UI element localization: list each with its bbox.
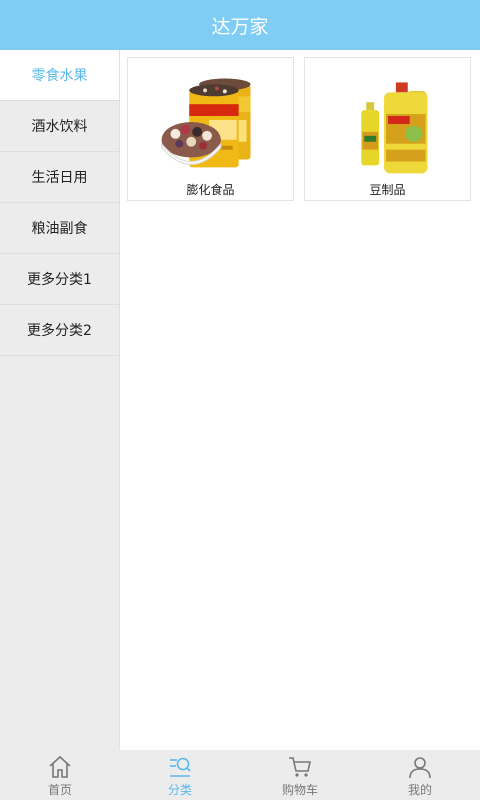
- sidebar-item-label: 更多分类2: [27, 323, 92, 339]
- sidebar-item-daily-goods[interactable]: 生活日用: [0, 152, 119, 203]
- tab-home[interactable]: 首页: [0, 750, 120, 800]
- product-label: 豆制品: [369, 183, 406, 197]
- tab-profile[interactable]: 我的: [360, 750, 480, 800]
- tab-label: 分类: [167, 783, 192, 797]
- sidebar-item-label: 粮油副食: [31, 221, 88, 237]
- sidebar-item-drinks[interactable]: 酒水饮料: [0, 101, 119, 152]
- grain-snack-product-image: [161, 78, 251, 168]
- sidebar-item-grain-oil[interactable]: 粮油副食: [0, 203, 119, 254]
- user-icon: [409, 757, 431, 779]
- tab-label: 购物车: [281, 783, 318, 797]
- product-label: 膨化食品: [186, 183, 235, 197]
- app-header: 达万家: [0, 0, 480, 50]
- bottom-tab-bar: 首页 分类 购物车 我的: [0, 750, 480, 800]
- home-icon: [49, 755, 71, 778]
- product-card-puffed-food[interactable]: 膨化食品: [127, 57, 294, 201]
- product-grid: 膨化食品 豆制品: [120, 50, 480, 750]
- category-sidebar: 零食水果 酒水饮料 生活日用 粮油副食 更多分类1 更多分类2: [0, 50, 120, 750]
- sidebar-item-label: 生活日用: [31, 170, 88, 186]
- tab-label: 我的: [407, 783, 432, 797]
- tab-label: 首页: [47, 783, 72, 797]
- sidebar-item-more-2[interactable]: 更多分类2: [0, 305, 119, 356]
- product-card-soy-products[interactable]: 豆制品: [304, 57, 471, 201]
- category-search-icon: [170, 757, 191, 777]
- cooking-oil-product-image: [361, 82, 428, 174]
- sidebar-item-label: 零食水果: [31, 68, 88, 84]
- cart-icon: [289, 757, 311, 777]
- tab-cart[interactable]: 购物车: [240, 750, 360, 800]
- tab-category[interactable]: 分类: [120, 750, 240, 800]
- sidebar-item-label: 更多分类1: [27, 272, 92, 288]
- sidebar-item-more-1[interactable]: 更多分类1: [0, 254, 119, 305]
- sidebar-item-label: 酒水饮料: [31, 119, 88, 135]
- page-title: 达万家: [211, 15, 269, 38]
- sidebar-item-snacks-fruit[interactable]: 零食水果: [0, 50, 119, 101]
